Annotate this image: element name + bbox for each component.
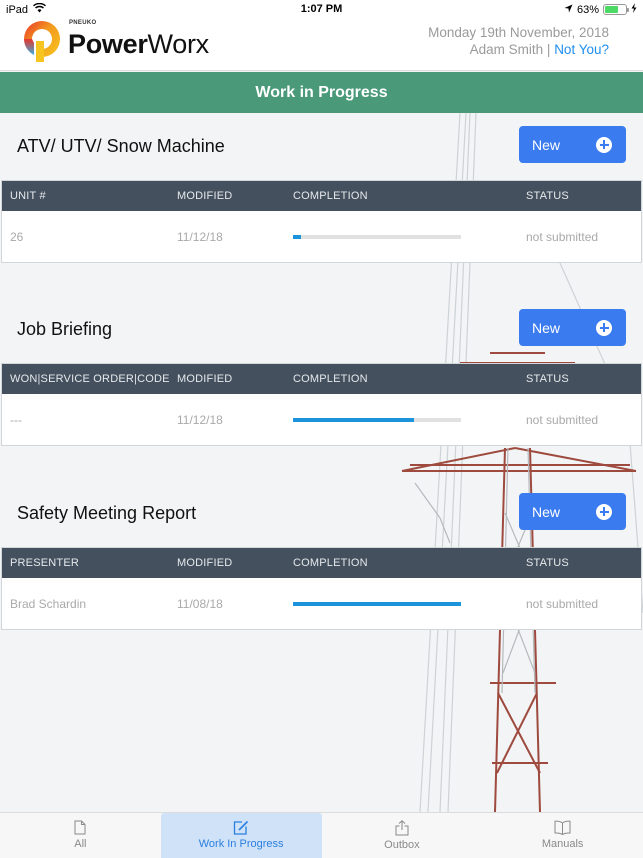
charging-bolt-icon	[631, 3, 637, 16]
not-you-link[interactable]: Not You?	[554, 42, 609, 57]
logo-icon	[22, 19, 62, 63]
new-button-label: New	[532, 136, 561, 153]
brand-small: PNEUKO	[69, 19, 97, 26]
presenter-name: Brad Schardin	[10, 597, 87, 611]
share-icon	[395, 820, 409, 836]
battery-percent: 63%	[576, 3, 599, 16]
document-icon	[74, 820, 86, 835]
tab-outbox[interactable]: Outbox	[322, 813, 483, 858]
status-bar: iPad 1:07 PM 63%	[0, 0, 643, 18]
tab-label: Outbox	[384, 839, 420, 851]
column-header: COMPLETION	[293, 373, 368, 385]
section-title: ATV/ UTV/ Snow Machine	[17, 136, 225, 156]
column-header: MODIFIED	[177, 190, 233, 202]
section-title: Safety Meeting Report	[17, 503, 197, 523]
column-header: STATUS	[526, 373, 569, 385]
tab-label: All	[74, 838, 87, 850]
new-button-label: New	[532, 319, 561, 336]
plus-circle-icon	[596, 319, 612, 336]
modified-date: 11/12/18	[177, 413, 223, 427]
tab-label: Work In Progress	[198, 838, 284, 850]
tab-bar: All Work In Progress Outbox Manuals	[0, 812, 643, 858]
current-date: Monday 19th November, 2018	[428, 25, 609, 40]
user-info: Monday 19th November, 2018 Adam Smith | …	[428, 24, 609, 58]
column-header: STATUS	[526, 190, 569, 202]
brand-name: PowerWorx	[68, 29, 209, 59]
user-name: Adam Smith	[469, 42, 544, 57]
atv-table: UNIT # MODIFIED COMPLETION STATUS 26 11/…	[1, 180, 642, 263]
tab-label: Manuals	[541, 838, 584, 850]
status-text: not submitted	[526, 413, 599, 427]
progress-fill	[293, 602, 461, 606]
table-header: WON|SERVICE ORDER|CODE MODIFIED COMPLETI…	[2, 364, 641, 394]
new-button-label: New	[532, 503, 561, 520]
new-job-briefing-button[interactable]: New	[519, 309, 626, 346]
column-header: COMPLETION	[293, 557, 368, 569]
unit-number: 26	[10, 230, 24, 244]
table-header: PRESENTER MODIFIED COMPLETION STATUS	[2, 548, 641, 578]
tab-work-in-progress[interactable]: Work In Progress	[160, 813, 322, 858]
completion-progress-bar	[293, 235, 461, 239]
column-header: MODIFIED	[177, 373, 233, 385]
battery-icon	[603, 4, 629, 15]
completion-progress-bar	[293, 418, 461, 422]
separator: |	[546, 42, 551, 57]
table-row[interactable]: Brad Schardin 11/08/18 not submitted	[2, 578, 641, 629]
app-header: PNEUKO PowerWorx Monday 19th November, 2…	[0, 18, 643, 71]
table-row[interactable]: 26 11/12/18 not submitted	[2, 211, 641, 262]
compose-icon	[233, 820, 249, 835]
column-header: WON|SERVICE ORDER|CODE	[10, 373, 170, 385]
modified-date: 11/08/18	[177, 597, 223, 611]
service-order-code: ---	[10, 413, 22, 427]
modified-date: 11/12/18	[177, 230, 223, 244]
plus-circle-icon	[596, 503, 612, 520]
tab-manuals[interactable]: Manuals	[482, 813, 643, 858]
safety-meeting-table: PRESENTER MODIFIED COMPLETION STATUS Bra…	[1, 547, 642, 630]
new-atv-button[interactable]: New	[519, 126, 626, 163]
column-header: UNIT #	[10, 190, 46, 202]
column-header: STATUS	[526, 557, 569, 569]
table-header: UNIT # MODIFIED COMPLETION STATUS	[2, 181, 641, 211]
brand-bold: Power	[68, 28, 148, 59]
status-text: not submitted	[526, 230, 599, 244]
completion-progress-bar	[293, 602, 461, 606]
brand-light: Worx	[147, 28, 210, 59]
new-safety-meeting-button[interactable]: New	[519, 493, 626, 530]
tab-all[interactable]: All	[0, 813, 161, 858]
plus-circle-icon	[596, 136, 612, 153]
status-text: not submitted	[526, 597, 599, 611]
column-header: MODIFIED	[177, 557, 233, 569]
powerworx-logo: PNEUKO PowerWorx	[22, 18, 209, 64]
section-title: Job Briefing	[17, 319, 113, 339]
location-arrow-icon	[564, 4, 573, 16]
progress-fill	[293, 235, 302, 239]
column-header: PRESENTER	[10, 557, 80, 569]
job-briefing-table: WON|SERVICE ORDER|CODE MODIFIED COMPLETI…	[1, 363, 642, 446]
book-icon	[554, 820, 571, 835]
table-row[interactable]: --- 11/12/18 not submitted	[2, 394, 641, 445]
column-header: COMPLETION	[293, 190, 368, 202]
clock: 1:07 PM	[300, 3, 343, 15]
progress-fill	[293, 418, 414, 422]
page-title: Work in Progress	[0, 72, 643, 113]
